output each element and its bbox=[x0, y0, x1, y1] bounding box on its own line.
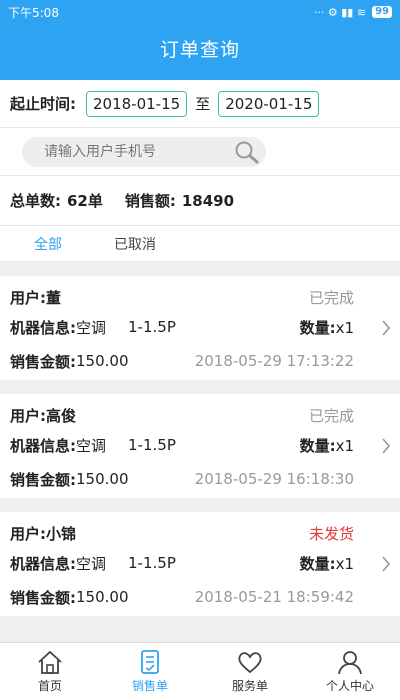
user-name: 高俊 bbox=[46, 406, 77, 425]
quantity-value: x1 bbox=[335, 318, 354, 337]
date-range-label: 起止时间: bbox=[10, 95, 76, 113]
order-card[interactable]: 用户: 高俊 已完成 机器信息: 空调 1-1.5P 数量:x1 销售金额: 1… bbox=[0, 394, 400, 498]
machine-type: 空调 bbox=[76, 436, 107, 455]
nav-sales-order[interactable]: 销售单 bbox=[100, 643, 200, 700]
machine-type: 空调 bbox=[76, 318, 107, 337]
order-list: 用户: 董 已完成 机器信息: 空调 1-1.5P 数量:x1 销售金额: 15… bbox=[0, 276, 400, 630]
quantity-label: 数量: bbox=[299, 554, 336, 573]
home-icon bbox=[38, 650, 62, 674]
amount-label: 销售金额: bbox=[10, 588, 76, 607]
sales-order-icon bbox=[141, 650, 159, 674]
nav-sales-order-label: 销售单 bbox=[131, 679, 168, 693]
nav-service-order-label: 服务单 bbox=[231, 679, 268, 693]
machine-model: 1-1.5P bbox=[128, 318, 176, 336]
machine-model: 1-1.5P bbox=[128, 436, 176, 454]
bottom-nav: 首页 销售单 服务单 个人中心 bbox=[0, 642, 400, 700]
order-card[interactable]: 用户: 董 已完成 机器信息: 空调 1-1.5P 数量:x1 销售金额: 15… bbox=[0, 276, 400, 380]
phone-search-input[interactable] bbox=[44, 143, 224, 160]
nav-profile-label: 个人中心 bbox=[325, 679, 374, 693]
machine-label: 机器信息: bbox=[10, 554, 76, 573]
order-summary: 总单数: 62单 销售额: 18490 bbox=[0, 176, 400, 226]
status-time: 下午5:08 bbox=[8, 5, 59, 20]
machine-label: 机器信息: bbox=[10, 436, 76, 455]
amount-value: 150.00 bbox=[76, 470, 129, 488]
user-icon bbox=[338, 651, 362, 675]
nav-home-label: 首页 bbox=[37, 679, 62, 693]
order-time: 2018-05-29 16:18:30 bbox=[194, 470, 354, 488]
order-status: 已完成 bbox=[308, 406, 354, 425]
user-name: 董 bbox=[46, 288, 62, 307]
date-range-filter: 起止时间: 2018-01-15 至 2020-01-15 bbox=[0, 80, 400, 128]
status-bar: 下午5:08 ··· ⚙ ▮▮ ≋ 99 bbox=[0, 0, 400, 24]
chevron-right-icon[interactable] bbox=[380, 554, 392, 578]
nav-home[interactable]: 首页 bbox=[0, 643, 100, 700]
total-orders-label: 总单数: bbox=[10, 192, 61, 210]
status-icons: ··· ⚙ ▮▮ ≋ 99 bbox=[314, 6, 392, 19]
heart-icon bbox=[238, 652, 262, 674]
date-separator: 至 bbox=[195, 95, 211, 113]
order-time: 2018-05-29 17:13:22 bbox=[194, 352, 354, 370]
tab-all[interactable]: 全部 bbox=[34, 234, 62, 254]
chevron-right-icon[interactable] bbox=[380, 318, 392, 342]
order-card[interactable]: 用户: 小锦 未发货 机器信息: 空调 1-1.5P 数量:x1 销售金额: 1… bbox=[0, 512, 400, 616]
amount-label: 销售金额: bbox=[10, 470, 76, 489]
amount-value: 150.00 bbox=[76, 588, 129, 606]
page-title: 订单查询 bbox=[159, 39, 240, 61]
nav-service-order[interactable]: 服务单 bbox=[200, 643, 300, 700]
quantity-label: 数量: bbox=[299, 318, 336, 337]
search-icon[interactable] bbox=[234, 140, 260, 168]
tab-cancelled[interactable]: 已取消 bbox=[114, 234, 156, 254]
amount-label: 销售金额: bbox=[10, 352, 76, 371]
order-time: 2018-05-21 18:59:42 bbox=[194, 588, 354, 606]
order-tabs: 全部 已取消 bbox=[0, 226, 400, 262]
sales-total-label: 销售额: bbox=[124, 192, 176, 210]
order-status: 未发货 bbox=[308, 524, 354, 543]
quantity-value: x1 bbox=[335, 554, 354, 573]
end-date-picker[interactable]: 2020-01-15 bbox=[218, 90, 320, 117]
app-header: 下午5:08 ··· ⚙ ▮▮ ≋ 99 订单查询 bbox=[0, 0, 400, 80]
start-date-picker[interactable]: 2018-01-15 bbox=[86, 90, 188, 117]
machine-type: 空调 bbox=[76, 554, 107, 573]
machine-model: 1-1.5P bbox=[128, 554, 176, 572]
order-status: 已完成 bbox=[308, 288, 354, 307]
amount-value: 150.00 bbox=[76, 352, 129, 370]
user-label: 用户: bbox=[10, 288, 46, 307]
user-name: 小锦 bbox=[46, 524, 77, 543]
battery-icon: 99 bbox=[372, 6, 392, 18]
search-bar bbox=[22, 136, 266, 168]
chevron-right-icon[interactable] bbox=[380, 436, 392, 460]
search-row bbox=[0, 128, 400, 176]
total-orders-value: 62单 bbox=[67, 192, 103, 210]
sales-total-value: 18490 bbox=[181, 191, 235, 210]
quantity-value: x1 bbox=[335, 436, 354, 455]
nav-profile[interactable]: 个人中心 bbox=[300, 643, 400, 700]
machine-label: 机器信息: bbox=[10, 318, 76, 337]
user-label: 用户: bbox=[10, 406, 46, 425]
quantity-label: 数量: bbox=[299, 436, 336, 455]
user-label: 用户: bbox=[10, 524, 46, 543]
status-indicator-icons: ··· ⚙ ▮▮ ≋ bbox=[313, 5, 367, 19]
